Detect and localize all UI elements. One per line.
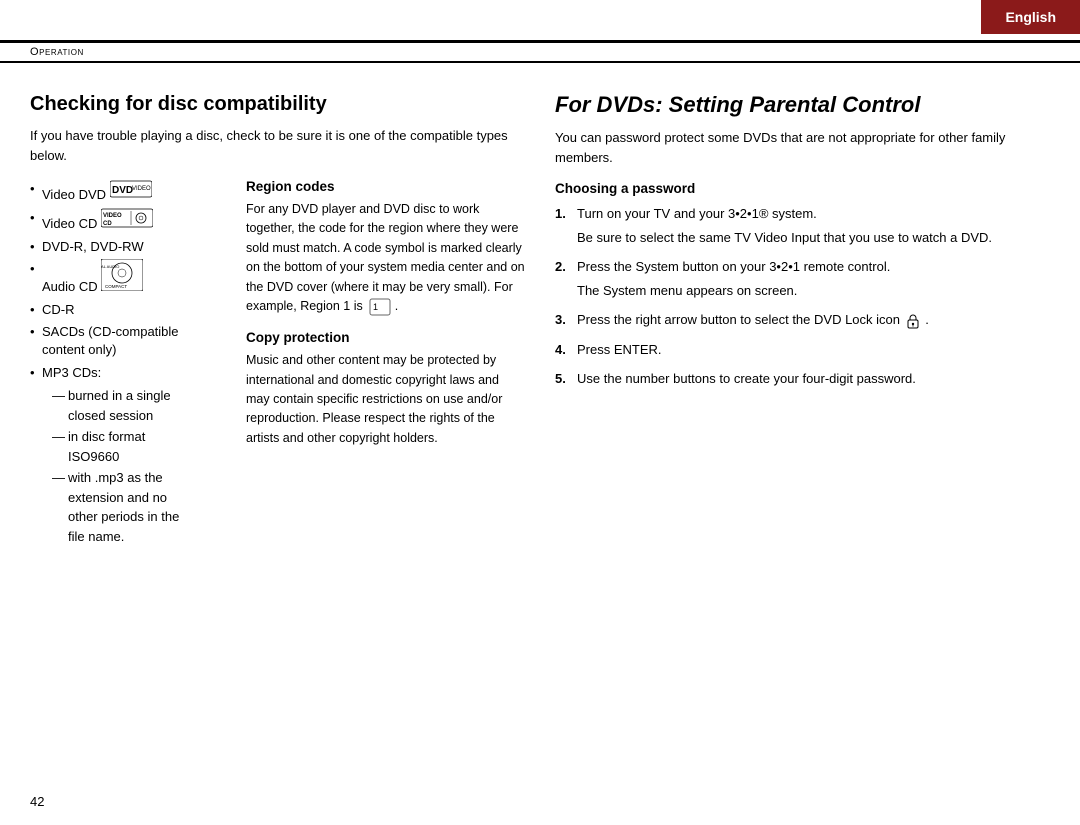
region-codes-body: For any DVD player and DVD disc to work … <box>246 200 525 316</box>
left-section-title: Checking for disc compatibility <box>30 92 525 116</box>
step-1: 1. Turn on your TV and your 3•2•1® syste… <box>555 204 1050 247</box>
svg-text:DVD: DVD <box>112 185 133 196</box>
list-subitem: with .mp3 as theextension and noother pe… <box>52 468 230 546</box>
list-subitem: burned in a singleclosed session <box>52 386 230 425</box>
step-3-num: 3. <box>555 310 577 330</box>
operation-header: Operation <box>0 40 1080 63</box>
list-item: SACDs (CD-compatiblecontent only) <box>30 323 230 359</box>
right-column: For DVDs: Setting Parental Control You c… <box>555 92 1050 795</box>
step-4-num: 4. <box>555 340 577 360</box>
step-5: 5. Use the number buttons to create your… <box>555 369 1050 389</box>
step-2: 2. Press the System button on your 3•2•1… <box>555 257 1050 300</box>
dvd-section-title: For DVDs: Setting Parental Control <box>555 92 1050 118</box>
language-tab[interactable]: English <box>981 0 1080 34</box>
step-2-note: The System menu appears on screen. <box>577 281 1050 301</box>
step-1-num: 1. <box>555 204 577 247</box>
page-number: 42 <box>30 794 44 809</box>
compactdisc-logo-icon: COMPACT DIGITAL AUDIO <box>101 259 143 291</box>
svg-text:DIGITAL AUDIO: DIGITAL AUDIO <box>101 264 119 269</box>
step-5-num: 5. <box>555 369 577 389</box>
region-codes-section: Region codes For any DVD player and DVD … <box>246 179 525 316</box>
svg-text:1: 1 <box>373 302 378 312</box>
left-column: Checking for disc compatibility If you h… <box>30 92 525 795</box>
step-1-main: Turn on your TV and your 3•2•1® system. <box>577 206 817 221</box>
steps-list: 1. Turn on your TV and your 3•2•1® syste… <box>555 204 1050 399</box>
list-item: Audio CD COMPACT DIGITAL AUDIO <box>30 259 230 298</box>
list-item: Video DVD DVD VIDEO <box>30 179 230 206</box>
step-3-suffix: . <box>925 312 929 327</box>
region-1-icon: 1 <box>369 298 391 316</box>
operation-label: Operation <box>30 46 84 58</box>
copy-protection-section: Copy protection Music and other content … <box>246 330 525 448</box>
left-section-intro: If you have trouble playing a disc, chec… <box>30 126 525 165</box>
step-5-main: Use the number buttons to create your fo… <box>577 371 916 386</box>
step-2-num: 2. <box>555 257 577 300</box>
copy-protection-title: Copy protection <box>246 330 525 345</box>
list-subitem: in disc formatISO9660 <box>52 427 230 466</box>
lock-icon <box>906 313 920 329</box>
step-2-main: Press the System button on your 3•2•1 re… <box>577 259 890 274</box>
videocd-logo-icon: VIDEO CD <box>101 208 153 228</box>
step-4: 4. Press ENTER. <box>555 340 1050 360</box>
step-3-main: Press the right arrow button to select t… <box>577 312 900 327</box>
copy-protection-body: Music and other content may be protected… <box>246 351 525 448</box>
list-item: DVD-R, DVD-RW <box>30 237 230 258</box>
svg-text:VIDEO: VIDEO <box>132 186 151 192</box>
dvd-intro: You can password protect some DVDs that … <box>555 128 1050 167</box>
svg-text:VIDEO: VIDEO <box>103 213 122 219</box>
region-codes-title: Region codes <box>246 179 525 194</box>
list-item: Video CD VIDEO CD <box>30 208 230 235</box>
disc-info: Region codes For any DVD player and DVD … <box>246 179 525 548</box>
svg-text:CD: CD <box>103 221 112 227</box>
step-3: 3. Press the right arrow button to selec… <box>555 310 1050 330</box>
list-item: MP3 CDs: burned in a singleclosed sessio… <box>30 363 230 546</box>
choosing-password-subtitle: Choosing a password <box>555 181 1050 196</box>
list-item: CD-R <box>30 300 230 321</box>
svg-text:COMPACT: COMPACT <box>105 284 127 289</box>
main-content: Checking for disc compatibility If you h… <box>0 72 1080 825</box>
disc-section: Video DVD DVD VIDEO Video CD <box>30 179 525 548</box>
dvd-logo-icon: DVD VIDEO <box>110 179 152 199</box>
step-4-main: Press ENTER. <box>577 342 662 357</box>
step-1-note: Be sure to select the same TV Video Inpu… <box>577 228 1050 248</box>
language-label: English <box>1005 9 1056 25</box>
disc-list: Video DVD DVD VIDEO Video CD <box>30 179 230 548</box>
